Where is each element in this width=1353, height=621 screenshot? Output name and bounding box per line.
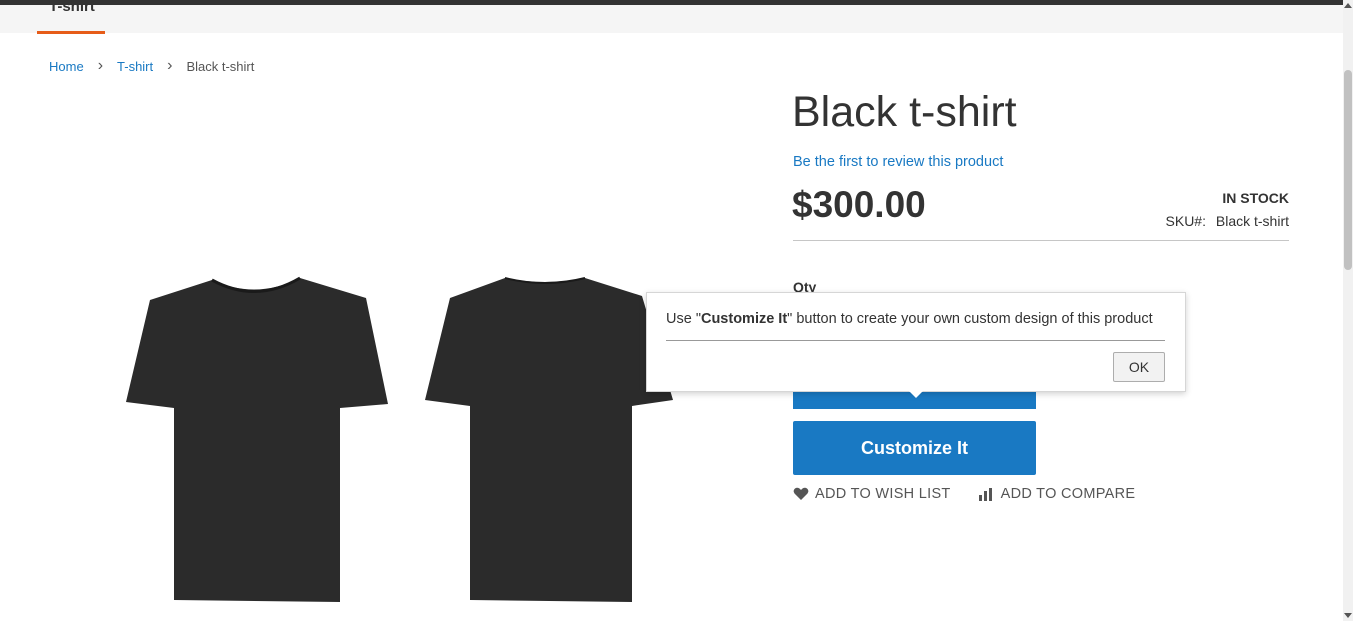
popup-message-prefix: Use "	[666, 311, 701, 327]
sku-label: SKU#:	[1165, 213, 1206, 229]
product-title: Black t-shirt	[792, 88, 1017, 136]
breadcrumb-category[interactable]: T-shirt	[117, 59, 153, 74]
chevron-right-icon: ›	[167, 57, 173, 74]
chevron-right-icon: ›	[97, 57, 104, 74]
breadcrumb-current: Black t-shirt	[186, 58, 255, 74]
stock-status: IN STOCK	[1222, 190, 1289, 206]
product-actions: Add to Wish List Add to Compare	[793, 486, 1163, 502]
popup-message-suffix: " button to create your own custom desig…	[787, 311, 1153, 327]
scroll-down-icon[interactable]	[1344, 613, 1352, 618]
add-to-wishlist-label: Add to Wish List	[815, 486, 951, 502]
product-gallery[interactable]	[120, 270, 680, 610]
divider	[793, 240, 1289, 241]
popup-divider	[666, 340, 1165, 341]
bar-chart-icon	[978, 488, 992, 501]
product-price: $300.00	[792, 184, 926, 225]
product-sku: SKU#: Black t-shirt	[1166, 213, 1289, 229]
popup-pointer	[908, 390, 924, 398]
breadcrumb-home[interactable]: Home	[49, 59, 84, 74]
add-to-compare-link[interactable]: Add to Compare	[978, 486, 1136, 502]
customize-it-button[interactable]: Customize It	[793, 421, 1036, 475]
sku-value: Black t-shirt	[1215, 213, 1289, 229]
tshirt-back-image	[425, 277, 673, 602]
heart-icon	[793, 487, 809, 500]
navigation-bar: T-shirt	[0, 0, 1343, 34]
page-scrollbar[interactable]	[1343, 0, 1353, 621]
nav-item-label: T-shirt	[49, 0, 95, 15]
scroll-thumb[interactable]	[1344, 70, 1352, 270]
popup-message: Use "Customize It" button to create your…	[666, 311, 1153, 327]
review-link[interactable]: Be the first to review this product	[793, 154, 1003, 170]
popup-message-bold: Customize It	[700, 311, 788, 327]
product-image	[126, 276, 673, 602]
scroll-up-icon[interactable]	[1344, 3, 1352, 8]
nav-item-tshirt[interactable]: T-shirt	[37, 0, 105, 34]
popup-ok-button[interactable]: OK	[1113, 352, 1165, 382]
add-to-wishlist-link[interactable]: Add to Wish List	[793, 486, 951, 502]
add-to-compare-label: Add to Compare	[1000, 486, 1136, 502]
tshirt-front-image	[126, 276, 388, 602]
breadcrumb: Home › T-shirt › Black t-shirt	[49, 58, 254, 74]
customize-hint-popup: Use "Customize It" button to create your…	[646, 292, 1186, 398]
